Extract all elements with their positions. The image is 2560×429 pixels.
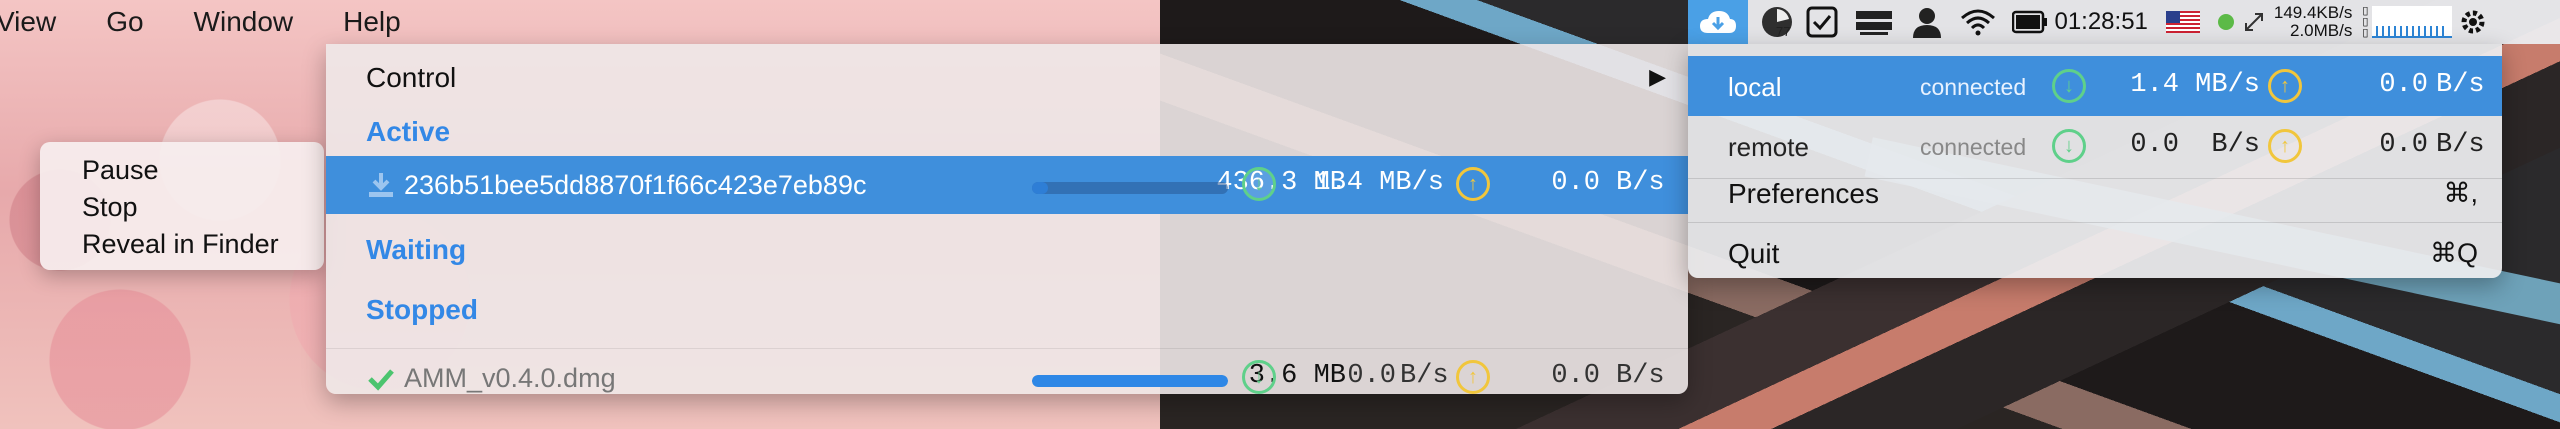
gear-icon[interactable]	[2460, 0, 2486, 44]
quit-label: Quit	[1728, 238, 1780, 269]
download-arrow-icon: ↓	[1242, 167, 1276, 201]
status-dot-icon[interactable]	[2216, 0, 2236, 44]
menu-separator	[1688, 222, 2502, 223]
preferences-shortcut: ⌘,	[2443, 178, 2478, 208]
progress-fill	[1032, 375, 1228, 387]
upload-arrow-icon: ↑	[1456, 360, 1490, 394]
server-status: connected	[1920, 134, 2027, 160]
server-up-unit: B/s	[2436, 130, 2485, 160]
server-row-local[interactable]: local connected ↓ 1.4 MB/s ↑ 0.0 B/s	[1688, 56, 2502, 116]
resize-arrows-icon[interactable]	[2242, 0, 2266, 44]
clock[interactable]: 01:28:51	[2054, 0, 2147, 44]
us-flag-icon[interactable]	[2165, 0, 2200, 44]
status-bar: 77 01:28:51 149.4KB/s 2.0MB/s ▯ ▯ ▯	[1688, 0, 2560, 44]
wifi-icon[interactable]	[1960, 0, 1996, 44]
section-waiting-label: Waiting	[366, 234, 467, 265]
preferences-label: Preferences	[1728, 178, 1879, 209]
server-up-unit: B/s	[2436, 70, 2485, 100]
activity-graph[interactable]	[2372, 6, 2453, 38]
server-down-speed: 0.0 B/s	[2130, 130, 2260, 160]
downloads-menu: Control ▶ Active 236b51bee5dd8870f1f66c4…	[326, 44, 1688, 394]
quit-shortcut: ⌘Q	[2429, 238, 2478, 268]
server-menu: local connected ↓ 1.4 MB/s ↑ 0.0 B/s rem…	[1688, 44, 2502, 278]
app-menubar: View Go Window Help	[0, 0, 451, 44]
cpu-labels-icon: ▯ ▯ ▯	[2362, 4, 2369, 39]
menu-item-pause[interactable]: Pause	[40, 152, 324, 189]
menu-item-preferences[interactable]: Preferences ⌘,	[1688, 168, 2502, 220]
active-download-row[interactable]: 236b51bee5dd8870f1f66c423e7eb89c 436.3 M…	[326, 156, 1688, 214]
net-up-speed: 149.4KB/s	[2273, 3, 2353, 22]
server-up-value: 0.0	[2379, 70, 2428, 100]
server-down-speed: 1.4 MB/s	[2130, 70, 2260, 100]
download-unit: B/s	[1400, 361, 1449, 391]
user-icon[interactable]	[1910, 0, 1944, 44]
download-arrow-icon: ↓	[2052, 69, 2086, 103]
download-arrow-icon: ↓	[2052, 129, 2086, 163]
checkmark-icon	[366, 363, 396, 393]
net-down-speed: 2.0MB/s	[2289, 21, 2353, 40]
menu-view[interactable]: View	[0, 6, 56, 38]
submenu-arrow-icon: ▶	[1649, 64, 1666, 89]
context-menu: Pause Stop Reveal in Finder	[40, 142, 324, 270]
menu-help[interactable]: Help	[343, 6, 401, 38]
menu-item-reveal-in-finder[interactable]: Reveal in Finder	[40, 226, 324, 263]
upload-unit: B/s	[1616, 168, 1665, 198]
upload-arrow-icon: ↑	[2268, 69, 2302, 103]
section-stopped-label: Stopped	[366, 294, 478, 325]
control-label: Control	[366, 62, 457, 93]
download-progress-bar	[1032, 182, 1228, 194]
upload-unit: B/s	[1616, 361, 1665, 391]
download-value: 0.0	[1347, 361, 1396, 391]
section-active: Active	[326, 104, 1688, 156]
menu-item-quit[interactable]: Quit ⌘Q	[1688, 226, 2502, 278]
download-progress-bar	[1032, 375, 1228, 387]
control-submenu[interactable]: Control ▶	[326, 52, 1688, 104]
upload-value: 0.0	[1551, 168, 1600, 198]
menu-window[interactable]: Window	[194, 6, 294, 38]
network-speed[interactable]: 149.4KB/s 2.0MB/s	[2274, 0, 2352, 44]
download-arrow-icon: ↓	[1242, 360, 1276, 394]
timer-icon[interactable]: 77	[1760, 0, 1792, 44]
menu-go[interactable]: Go	[106, 6, 143, 38]
section-active-label: Active	[366, 116, 451, 147]
stopped-download-row[interactable]: AMM_v0.4.0.dmg 3.6 MB ↓ 0.0 B/s ↑ 0.0 B/…	[326, 348, 1688, 394]
battery-icon[interactable]	[2012, 0, 2048, 44]
section-stopped: Stopped	[326, 282, 1688, 334]
server-up-value: 0.0	[2379, 130, 2428, 160]
download-speed: 1.4 MB/s	[1314, 168, 1444, 198]
download-icon	[366, 170, 396, 200]
server-status: connected	[1920, 74, 2027, 100]
upload-arrow-icon: ↑	[1456, 167, 1490, 201]
server-row-remote[interactable]: remote connected ↓ 0.0 B/s ↑ 0.0 B/s	[1688, 116, 2502, 176]
server-name: local	[1728, 72, 1782, 102]
progress-fill	[1032, 182, 1048, 194]
upload-value: 0.0	[1551, 361, 1600, 391]
cloud-icon[interactable]	[1688, 0, 1748, 44]
server-name: remote	[1728, 132, 1809, 162]
timer-badge: 77	[1776, 23, 1791, 39]
menu-item-stop[interactable]: Stop	[40, 189, 324, 226]
section-waiting: Waiting	[326, 222, 1688, 274]
upload-arrow-icon: ↑	[2268, 129, 2302, 163]
drives-icon[interactable]	[1854, 0, 1894, 44]
checkbox-icon[interactable]	[1806, 0, 1838, 44]
